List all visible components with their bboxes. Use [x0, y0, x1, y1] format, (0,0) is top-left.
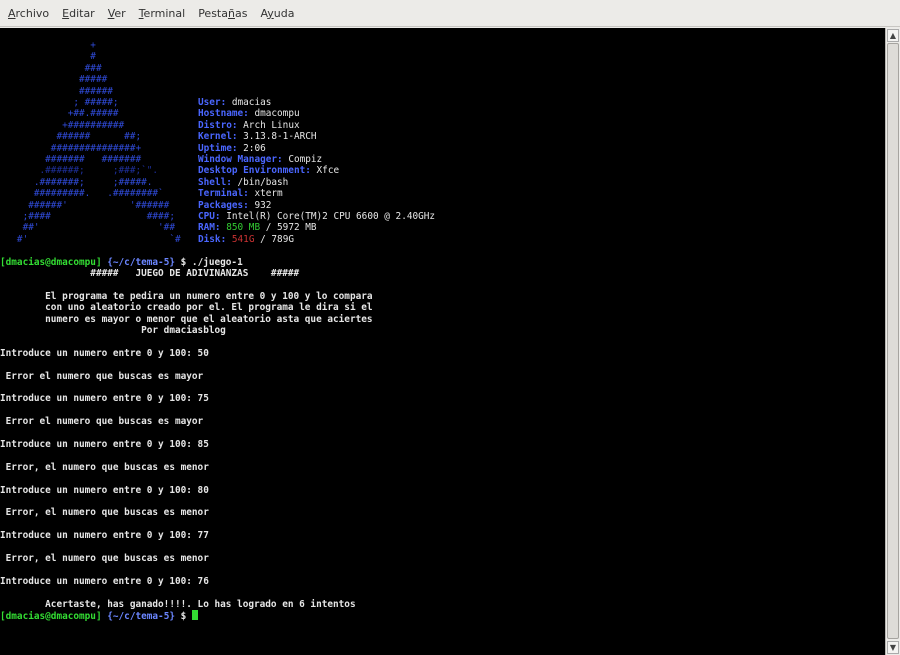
menu-ayuda[interactable]: Ayuda	[258, 5, 296, 22]
menu-bar: Archivo Editar Ver Terminal Pestañas Ayu…	[0, 0, 900, 27]
game-prompt-line: Introduce un numero entre 0 y 100: 75	[0, 393, 209, 405]
terminal-output[interactable]: + # ### ##### ###### ; #####; +##.##### …	[0, 28, 885, 655]
sysinfo-kernel: Kernel: 3.13.8-1-ARCH	[198, 131, 317, 143]
intro-line: El programa te pedira un numero entre 0 …	[0, 290, 373, 302]
sysinfo-hostname: Hostname: dmacompu	[198, 108, 300, 120]
logo-line: .#######; ;#####.	[0, 176, 153, 188]
game-prompt-line: Introduce un numero entre 0 y 100: 80	[0, 484, 209, 496]
logo-line: +##.#####	[0, 108, 119, 120]
logo-line: ; #####;	[0, 97, 119, 108]
game-header: ##### JUEGO DE ADIVINANZAS #####	[0, 268, 300, 279]
logo-line: ######' '######	[0, 199, 170, 211]
sysinfo-cpu: CPU: Intel(R) Core(TM)2 CPU 6600 @ 2.40G…	[198, 211, 436, 222]
win-message: Acertaste, has ganado!!!!. Lo has lograd…	[0, 598, 356, 610]
logo-line: .######; ;###;`".	[0, 165, 159, 177]
logo-line: #	[0, 51, 96, 63]
sysinfo-shell: Shell: /bin/bash	[198, 176, 289, 188]
logo-line: #########. .########`	[0, 188, 164, 200]
intro-line: con uno aleatorio creado por el. El prog…	[0, 302, 373, 314]
vertical-scrollbar[interactable]: ▲ ▼	[885, 28, 900, 655]
game-result-line: Error, el numero que buscas es menor	[0, 553, 209, 564]
game-prompt-line: Introduce un numero entre 0 y 100: 50	[0, 347, 209, 359]
game-prompt-line: Introduce un numero entre 0 y 100: 77	[0, 530, 209, 542]
intro-line: numero es mayor o menor que el aleatorio…	[0, 313, 373, 325]
scrollbar-thumb[interactable]	[887, 43, 899, 639]
logo-line: ;#### ####;	[0, 211, 175, 222]
intro-author: Por dmaciasblog	[0, 325, 226, 336]
menu-archivo[interactable]: Archivo	[6, 5, 51, 22]
scroll-down-button[interactable]: ▼	[887, 641, 899, 654]
menu-pestanas[interactable]: Pestañas	[196, 5, 249, 22]
logo-line: #####	[0, 74, 108, 86]
scroll-up-button[interactable]: ▲	[887, 29, 899, 42]
sysinfo-user: User: dmacias	[198, 97, 272, 108]
logo-line: #' `#	[0, 233, 181, 245]
sysinfo-ram: RAM: 850 MB / 5972 MB	[198, 222, 317, 234]
menu-editar[interactable]: Editar	[60, 5, 97, 22]
text-cursor	[191, 610, 198, 620]
shell-prompt[interactable]: [dmacias@dmacompu] {~/c/tema-5} $	[0, 610, 198, 622]
command-line: [dmacias@dmacompu] {~/c/tema-5} $ ./jueg…	[0, 256, 243, 268]
menu-ver[interactable]: Ver	[106, 5, 128, 22]
game-result-line: Error, el numero que buscas es menor	[0, 507, 209, 519]
logo-line: +	[0, 40, 96, 51]
sysinfo-disk: Disk: 541G / 789G	[198, 233, 294, 245]
game-result-line: Error el numero que buscas es mayor	[0, 370, 204, 382]
logo-line: +##########	[0, 119, 125, 131]
sysinfo-distro: Distro: Arch Linux	[198, 119, 300, 131]
sysinfo-packages: Packages: 932	[198, 199, 272, 211]
logo-line: ##' '##	[0, 222, 175, 234]
sysinfo-terminal: Terminal: xterm	[198, 188, 283, 200]
sysinfo-uptime: Uptime: 2:06	[198, 142, 266, 154]
game-result-line: Error, el numero que buscas es menor	[0, 461, 209, 473]
menu-terminal[interactable]: Terminal	[137, 5, 188, 22]
game-prompt-line: Introduce un numero entre 0 y 100: 85	[0, 439, 209, 450]
logo-line: ######	[0, 85, 113, 97]
game-result-line: Error el numero que buscas es mayor	[0, 416, 204, 428]
logo-line: ###############+	[0, 142, 142, 154]
logo-line: ###	[0, 62, 102, 74]
sysinfo-de: Desktop Environment: Xfce	[198, 165, 340, 177]
logo-line: ####### #######	[0, 154, 142, 165]
sysinfo-wm: Window Manager: Compiz	[198, 154, 323, 165]
game-prompt-line: Introduce un numero entre 0 y 100: 76	[0, 575, 209, 587]
logo-line: ###### ##;	[0, 131, 142, 143]
